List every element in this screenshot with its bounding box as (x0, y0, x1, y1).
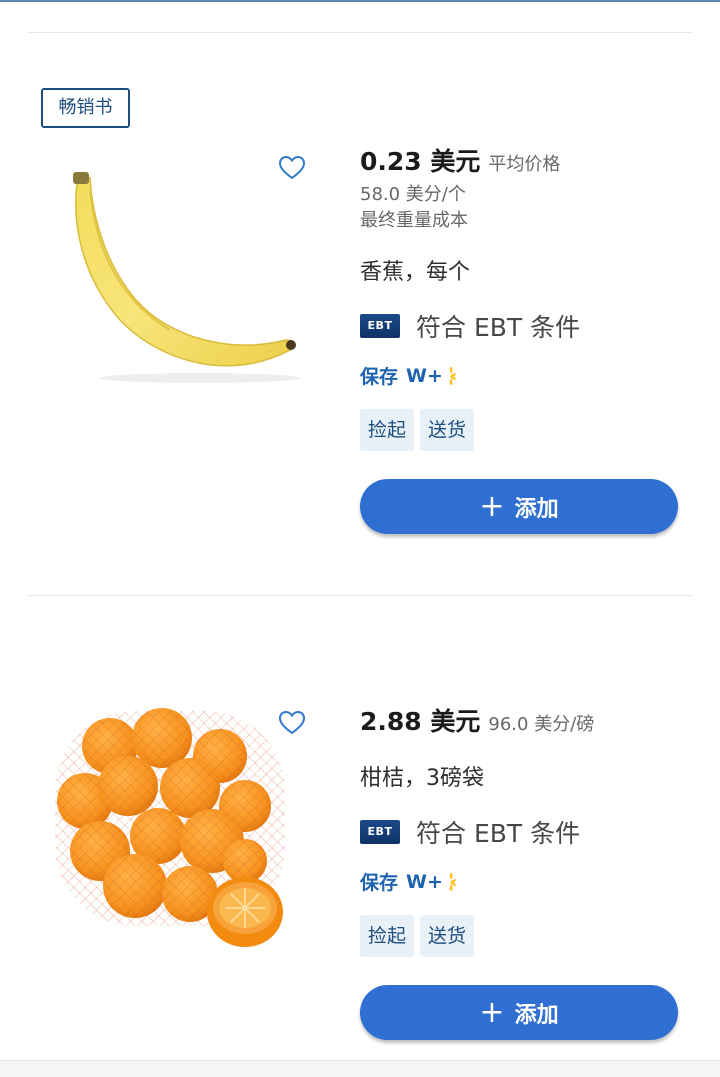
fulfillment-options: 捡起 送货 (360, 915, 690, 957)
price: 2.88 美元 96.0 美分/磅 (360, 702, 690, 738)
product-info: 2.88 美元 96.0 美分/磅 柑桔，3磅袋 EBT 符合 EBT 条件 保存… (360, 702, 690, 1040)
product-name[interactable]: 香蕉，每个 (360, 254, 690, 286)
ebt-eligibility: EBT 符合 EBT 条件 (360, 308, 690, 344)
add-label: 添加 (514, 496, 559, 522)
bestseller-badge: 畅销书 (41, 88, 130, 128)
heart-outline-icon (278, 155, 306, 180)
save-label: 保存 (360, 872, 399, 894)
add-to-cart-button[interactable]: + 添加 (360, 479, 678, 534)
chip-pickup[interactable]: 捡起 (360, 409, 415, 451)
product-image-mandarins[interactable] (40, 706, 300, 956)
heart-outline-icon (278, 710, 306, 735)
mandarins-image (55, 708, 285, 947)
walmart-spark-icon (449, 366, 456, 385)
save-label: 保存 (360, 366, 399, 388)
save-with-wplus[interactable]: 保存 W+ (360, 362, 690, 389)
price-value: 2.88 美元 (360, 707, 481, 736)
wplus-label: W+ (406, 870, 443, 893)
wplus-label: W+ (406, 364, 443, 387)
save-with-wplus[interactable]: 保存 W+ (360, 868, 690, 895)
ebt-logo: EBT (360, 314, 400, 338)
banana-image (73, 172, 300, 383)
price-value: 0.23 美元 (360, 147, 481, 176)
price-note: 96.0 美分/磅 (488, 714, 595, 735)
ebt-logo: EBT (360, 820, 400, 844)
ebt-eligibility: EBT 符合 EBT 条件 (360, 814, 690, 850)
weight-note: 最终重量成本 (360, 210, 468, 231)
ebt-text: 符合 EBT 条件 (416, 819, 581, 848)
price: 0.23 美元 平均价格 (360, 142, 690, 178)
product-name[interactable]: 柑桔，3磅袋 (360, 760, 690, 792)
plus-icon: + (479, 994, 505, 1030)
unit-price: 58.0 美分/个 (360, 184, 466, 205)
ebt-text: 符合 EBT 条件 (416, 313, 581, 342)
product-image-banana[interactable] (40, 150, 300, 400)
chip-delivery[interactable]: 送货 (420, 409, 475, 451)
price-note: 平均价格 (488, 154, 561, 175)
walmart-spark-icon (449, 872, 456, 891)
fulfillment-options: 捡起 送货 (360, 409, 690, 451)
add-label: 添加 (514, 1002, 559, 1028)
product-info: 0.23 美元 平均价格 58.0 美分/个 最终重量成本 香蕉，每个 EBT 符… (360, 142, 690, 534)
product-card-mandarins: 2.88 美元 96.0 美分/磅 柑桔，3磅袋 EBT 符合 EBT 条件 保存… (0, 596, 720, 1060)
plus-icon: + (479, 488, 505, 524)
chip-pickup[interactable]: 捡起 (360, 915, 415, 957)
bottom-bar (0, 1060, 720, 1077)
product-card-banana: 畅销书 0.23 美元 平均价格 58.0 美分/个 最终重量成本 香蕉，每个 … (0, 0, 720, 595)
favorite-button[interactable] (278, 155, 306, 181)
add-to-cart-button[interactable]: + 添加 (360, 985, 678, 1040)
favorite-button[interactable] (278, 710, 306, 736)
chip-delivery[interactable]: 送货 (420, 915, 475, 957)
